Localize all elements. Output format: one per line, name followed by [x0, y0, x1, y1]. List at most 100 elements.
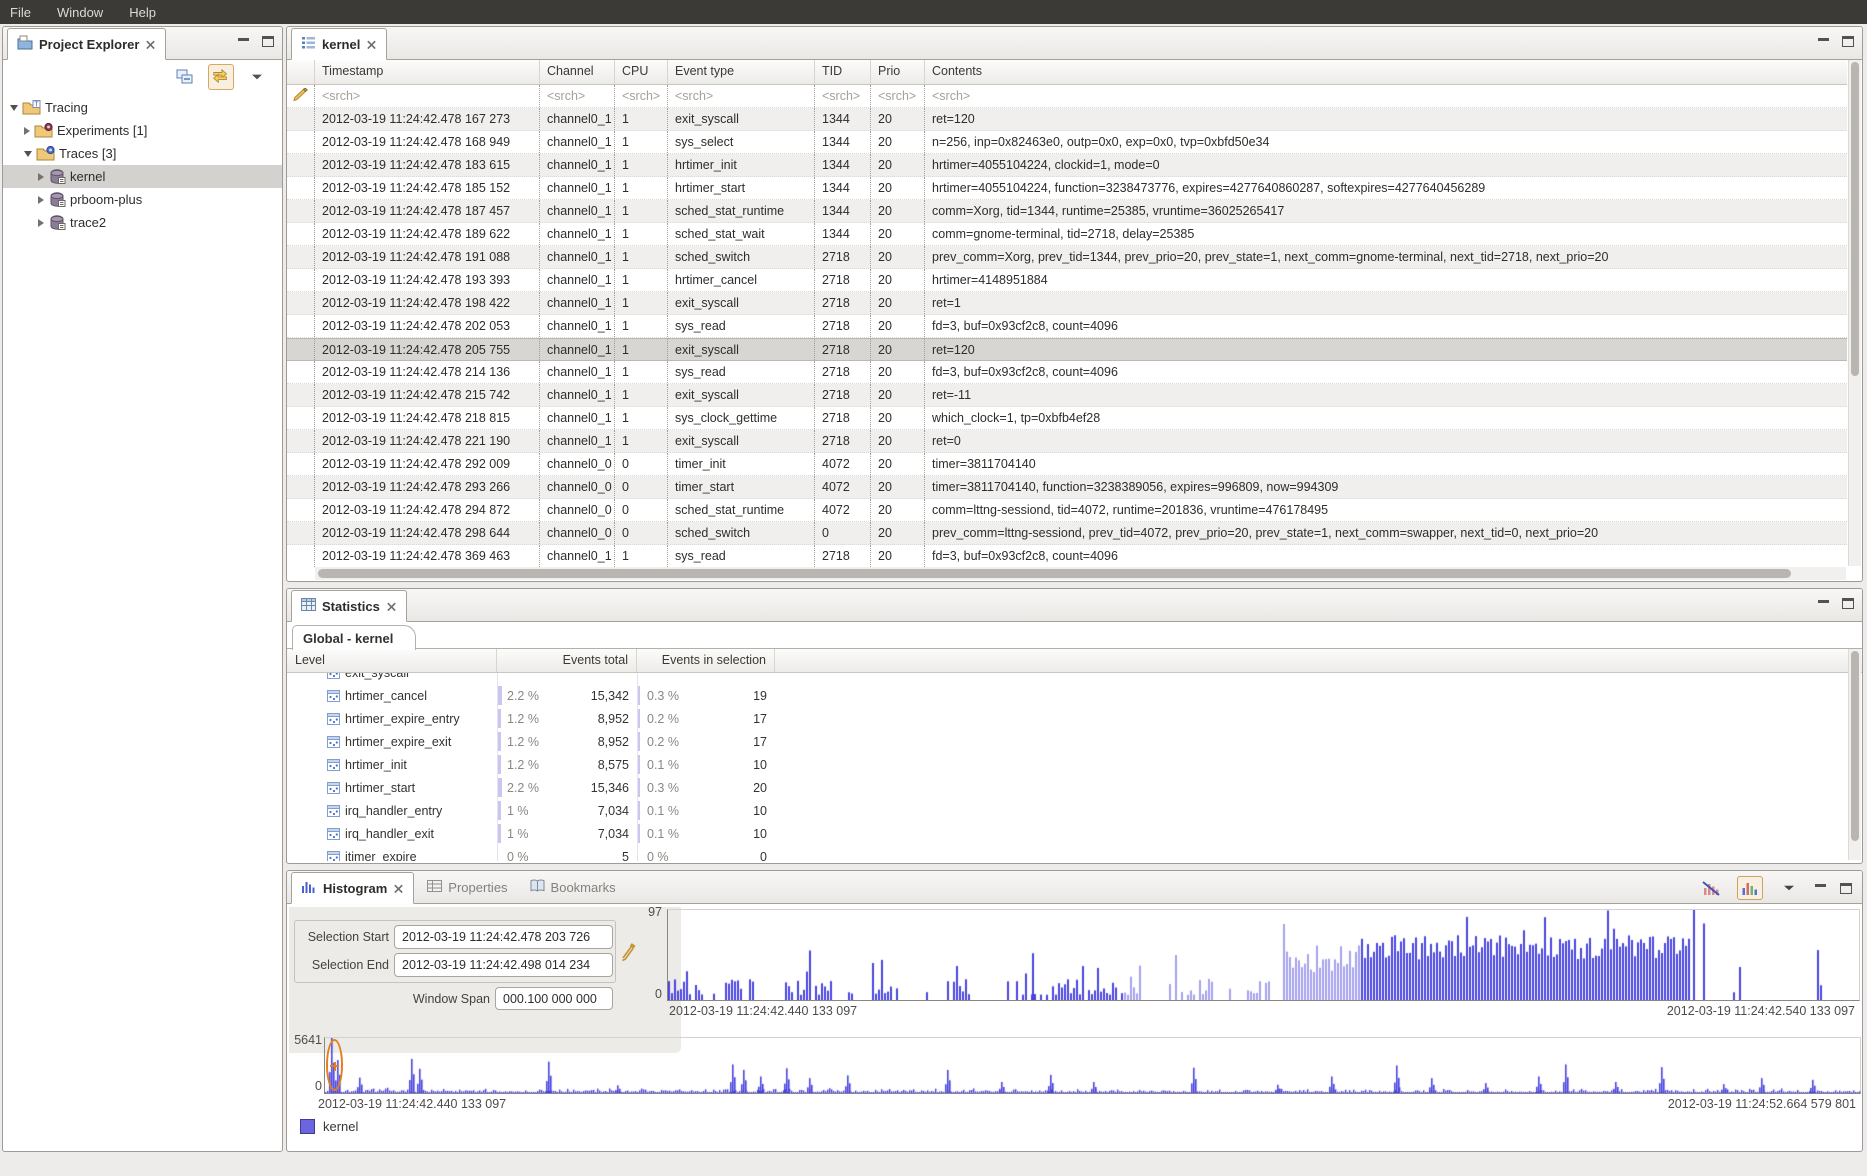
events-vertical-scrollbar[interactable] [1848, 60, 1861, 566]
event-row[interactable]: 2012-03-19 11:24:42.478 214 136channel0_… [287, 361, 1847, 384]
event-row[interactable]: 2012-03-19 11:24:42.478 168 949channel0_… [287, 131, 1847, 154]
statistics-row[interactable]: hrtimer_cancel2.2 %15,3420.3 %19 [287, 684, 1847, 707]
tree-item-trace2[interactable]: trace2 [3, 211, 282, 234]
view-menu-button[interactable] [244, 64, 270, 90]
event-row[interactable]: 2012-03-19 11:24:42.478 215 742channel0_… [287, 384, 1847, 407]
maximize-icon[interactable] [1842, 36, 1854, 47]
selection-end-input[interactable]: 2012-03-19 11:24:42.498 014 234 [394, 953, 613, 977]
event-row[interactable]: 2012-03-19 11:24:42.478 167 273channel0_… [287, 108, 1847, 131]
event-row[interactable]: 2012-03-19 11:24:42.478 193 393channel0_… [287, 269, 1847, 292]
tab-kernel-events[interactable]: kernel [291, 28, 387, 60]
full-range-histogram-canvas[interactable] [325, 1038, 1861, 1093]
close-icon[interactable] [147, 40, 156, 49]
collapsed-arrow-icon[interactable] [24, 127, 30, 135]
statistics-row[interactable]: exit_syscall [287, 673, 1847, 684]
column-header-level[interactable]: Level [287, 649, 497, 672]
event-row[interactable]: 2012-03-19 11:24:42.478 187 457channel0_… [287, 200, 1847, 223]
event-row[interactable]: 2012-03-19 11:24:42.478 221 190channel0_… [287, 430, 1847, 453]
search-field-event_type[interactable]: <srch> [668, 85, 815, 107]
selection-range-marker[interactable] [326, 1039, 343, 1091]
tab-statistics[interactable]: Statistics [291, 590, 407, 622]
statistics-row[interactable]: irq_handler_entry1 %7,0340.1 %10 [287, 799, 1847, 822]
event-row[interactable]: 2012-03-19 11:24:42.478 202 053channel0_… [287, 315, 1847, 338]
column-header-channel[interactable]: Channel [540, 60, 615, 84]
search-field-tid[interactable]: <srch> [815, 85, 871, 107]
tree-item-traces-3[interactable]: Traces [3] [3, 142, 282, 165]
event-row[interactable]: 2012-03-19 11:24:42.478 185 152channel0_… [287, 177, 1847, 200]
tree-item-experiments-1[interactable]: Experiments [1] [3, 119, 282, 142]
collapse-all-button[interactable] [172, 64, 198, 90]
statistics-row[interactable]: irq_handler_exit1 %7,0340.1 %10 [287, 822, 1847, 845]
collapsed-arrow-icon[interactable] [38, 196, 44, 204]
collapsed-arrow-icon[interactable] [38, 219, 44, 227]
event-row[interactable]: 2012-03-19 11:24:42.478 218 815channel0_… [287, 407, 1847, 430]
event-row[interactable]: 2012-03-19 11:24:42.478 198 422channel0_… [287, 292, 1847, 315]
window-histogram-canvas[interactable] [668, 910, 1860, 1000]
event-row[interactable]: 2012-03-19 11:24:42.478 298 644channel0_… [287, 522, 1847, 545]
scrollbar-thumb[interactable] [1851, 62, 1859, 376]
view-menu-button[interactable] [1776, 876, 1802, 900]
event-row[interactable]: 2012-03-19 11:24:42.478 294 872channel0_… [287, 499, 1847, 522]
search-field-contents[interactable]: <srch> [925, 85, 1847, 107]
search-field-channel[interactable]: <srch> [540, 85, 615, 107]
event-row[interactable]: 2012-03-19 11:24:42.478 183 615channel0_… [287, 154, 1847, 177]
event-row[interactable]: 2012-03-19 11:24:42.478 191 088channel0_… [287, 246, 1847, 269]
tree-item-tracing[interactable]: TTracing [3, 96, 282, 119]
events-search-row[interactable]: <srch><srch><srch><srch><srch><srch><src… [287, 85, 1847, 108]
maximize-icon[interactable] [1840, 883, 1852, 894]
window-span-input[interactable]: 000.100 000 000 [495, 987, 613, 1010]
search-field-prio[interactable]: <srch> [871, 85, 925, 107]
tab-project-explorer[interactable]: Project Explorer [7, 28, 166, 60]
column-header-events-in-selection[interactable]: Events in selection [637, 649, 775, 672]
search-field-cpu[interactable]: <srch> [615, 85, 668, 107]
menu-help[interactable]: Help [129, 5, 156, 20]
minimize-icon[interactable] [1818, 599, 1830, 609]
subtab-global-kernel[interactable]: Global - kernel [292, 625, 416, 650]
event-row[interactable]: 2012-03-19 11:24:42.478 205 755channel0_… [287, 338, 1847, 361]
statistics-row[interactable]: hrtimer_start2.2 %15,3460.3 %20 [287, 776, 1847, 799]
column-header-contents[interactable]: Contents [925, 60, 1847, 84]
statistics-vertical-scrollbar[interactable] [1848, 649, 1861, 860]
tab-properties[interactable]: Properties [418, 871, 516, 903]
tab-bookmarks[interactable]: Bookmarks [521, 871, 625, 903]
event-row[interactable]: 2012-03-19 11:24:42.478 189 622channel0_… [287, 223, 1847, 246]
expanded-arrow-icon[interactable] [10, 105, 18, 111]
column-header-events-total[interactable]: Events total [497, 649, 637, 672]
close-icon[interactable] [367, 40, 376, 49]
selection-start-input[interactable]: 2012-03-19 11:24:42.478 203 726 [394, 925, 613, 949]
link-with-editor-button[interactable] [208, 64, 234, 90]
minimize-icon[interactable] [1815, 883, 1827, 893]
scrollbar-thumb[interactable] [318, 569, 1791, 578]
menu-window[interactable]: Window [57, 5, 103, 20]
event-row[interactable]: 2012-03-19 11:24:42.478 292 009channel0_… [287, 453, 1847, 476]
hide-lost-events-button[interactable] [1698, 876, 1724, 900]
tree-item-kernel[interactable]: kernel [3, 165, 282, 188]
lock-selection-icon[interactable] [620, 942, 636, 965]
search-field-timestamp[interactable]: <srch> [315, 85, 540, 107]
tab-histogram[interactable]: Histogram [291, 872, 414, 904]
statistics-row[interactable]: hrtimer_expire_entry1.2 %8,9520.2 %17 [287, 707, 1847, 730]
column-header-event_type[interactable]: Event type [668, 60, 815, 84]
tree-item-prboom-plus[interactable]: prboom-plus [3, 188, 282, 211]
collapsed-arrow-icon[interactable] [38, 173, 44, 181]
statistics-row[interactable]: hrtimer_init1.2 %8,5750.1 %10 [287, 753, 1847, 776]
maximize-icon[interactable] [1842, 598, 1854, 609]
statistics-row[interactable]: hrtimer_expire_exit1.2 %8,9520.2 %17 [287, 730, 1847, 753]
show-traces-button[interactable] [1737, 876, 1763, 900]
column-header-cpu[interactable]: CPU [615, 60, 668, 84]
column-header-timestamp[interactable]: Timestamp [315, 60, 540, 84]
column-header-prio[interactable]: Prio [871, 60, 925, 84]
minimize-icon[interactable] [238, 37, 250, 47]
maximize-icon[interactable] [262, 36, 274, 47]
event-row[interactable]: 2012-03-19 11:24:42.478 293 266channel0_… [287, 476, 1847, 499]
statistics-row[interactable]: itimer_expire0 %50 %0 [287, 845, 1847, 861]
minimize-icon[interactable] [1818, 37, 1830, 47]
event-row[interactable]: 2012-03-19 11:24:42.478 369 463channel0_… [287, 545, 1847, 567]
events-horizontal-scrollbar[interactable] [315, 567, 1846, 580]
close-icon[interactable] [387, 602, 396, 611]
column-header-tid[interactable]: TID [815, 60, 871, 84]
close-icon[interactable] [394, 884, 403, 893]
expanded-arrow-icon[interactable] [24, 151, 32, 157]
scrollbar-thumb[interactable] [1851, 651, 1859, 841]
menu-file[interactable]: File [10, 5, 31, 20]
